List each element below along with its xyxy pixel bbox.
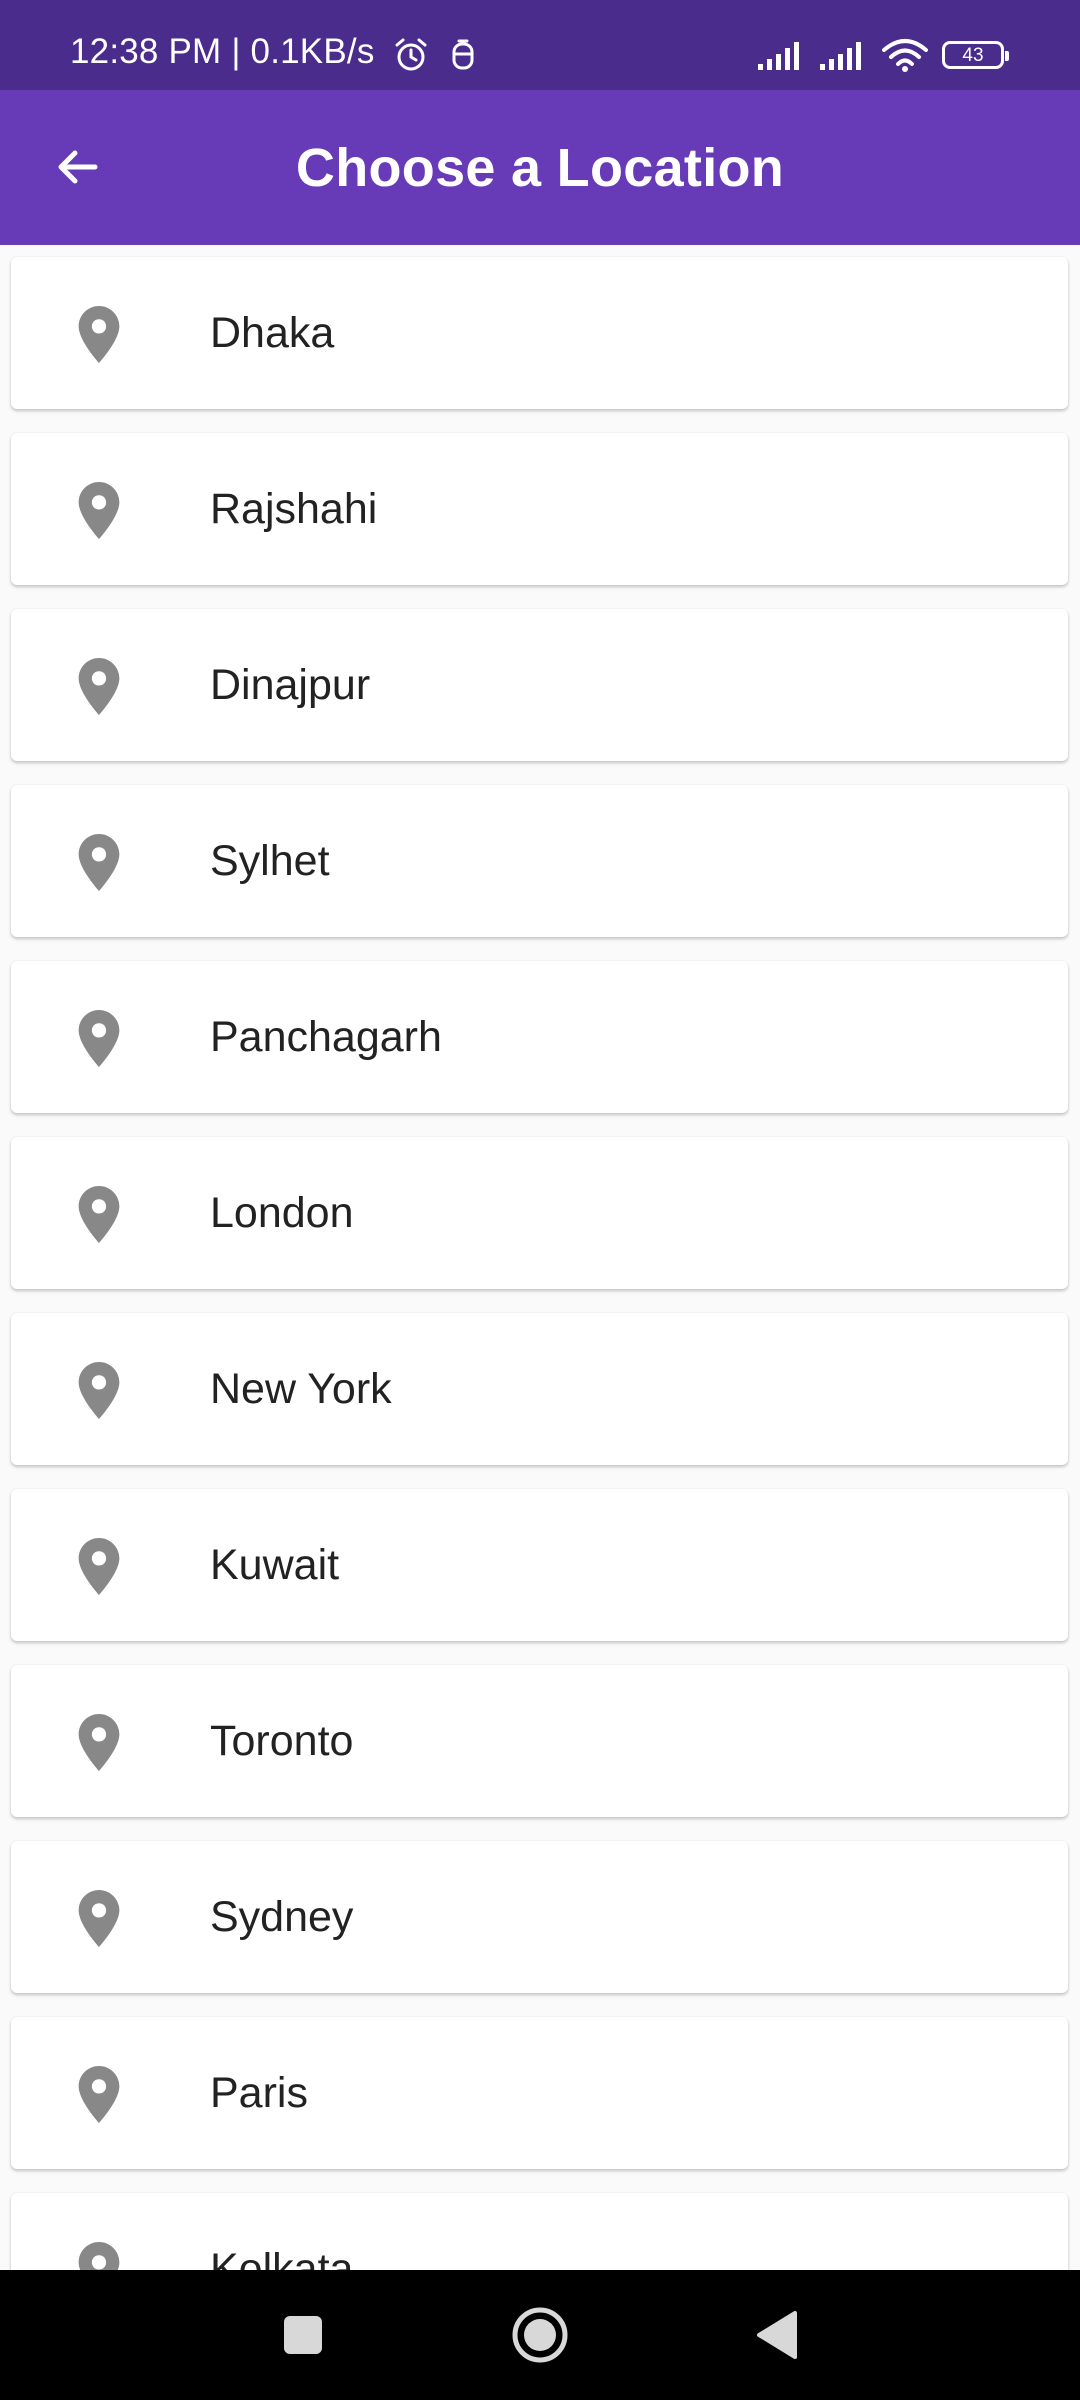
location-pin-icon	[78, 306, 120, 363]
wifi-icon	[882, 39, 928, 72]
location-label: London	[210, 1188, 354, 1237]
battery-icon: 43	[942, 41, 1009, 69]
location-label: Panchagarh	[210, 1012, 442, 1061]
location-label: Paris	[210, 2068, 308, 2117]
location-item[interactable]: Toronto	[11, 1665, 1068, 1817]
home-button[interactable]	[485, 2270, 595, 2400]
location-label: Sylhet	[210, 836, 330, 885]
location-label: Kolkata	[210, 2244, 354, 2271]
location-pin-icon	[78, 1714, 120, 1771]
location-item[interactable]: Panchagarh	[11, 961, 1068, 1113]
back-triangle-icon	[757, 2311, 797, 2359]
location-label: Sydney	[210, 1892, 354, 1941]
location-pin-icon	[78, 1890, 120, 1947]
location-label: New York	[210, 1364, 392, 1413]
location-item[interactable]: Paris	[11, 2017, 1068, 2169]
location-pin-icon	[78, 1186, 120, 1243]
location-item[interactable]: Sylhet	[11, 785, 1068, 937]
location-item[interactable]: Kuwait	[11, 1489, 1068, 1641]
location-label: Dhaka	[210, 308, 335, 357]
location-pin-icon	[78, 834, 120, 891]
notification-icon	[452, 39, 474, 70]
location-item[interactable]: Kolkata	[11, 2193, 1068, 2270]
location-pin-icon	[78, 1362, 120, 1419]
recents-square-icon	[284, 2316, 322, 2354]
location-label: Kuwait	[210, 1540, 340, 1589]
location-pin-icon	[78, 2242, 120, 2270]
location-pin-icon	[78, 658, 120, 715]
location-label: Dinajpur	[210, 660, 371, 709]
location-item[interactable]: Dhaka	[11, 257, 1068, 409]
recents-button[interactable]	[248, 2270, 358, 2400]
location-pin-icon	[78, 1010, 120, 1067]
status-icons-right: 43	[758, 38, 1009, 72]
home-circle-icon	[512, 2307, 568, 2363]
location-pin-icon	[78, 2066, 120, 2123]
back-button[interactable]	[44, 134, 110, 200]
page-title: Choose a Location	[295, 137, 785, 198]
app-bar: Choose a Location	[0, 90, 1080, 245]
battery-level: 43	[962, 44, 984, 66]
location-item[interactable]: London	[11, 1137, 1068, 1289]
alarm-icon	[395, 38, 427, 71]
location-pin-icon	[78, 1538, 120, 1595]
arrow-back-icon	[58, 150, 98, 184]
location-item[interactable]: Dinajpur	[11, 609, 1068, 761]
location-pin-icon	[78, 482, 120, 539]
location-item[interactable]: New York	[11, 1313, 1068, 1465]
signal-icon	[758, 42, 799, 70]
status-bar: 12:38 PM | 0.1KB/s 43	[0, 0, 1080, 90]
status-icons-left	[392, 36, 478, 74]
signal-icon	[820, 42, 861, 70]
location-label: Toronto	[210, 1716, 354, 1765]
status-time: 12:38 PM | 0.1KB/s	[70, 32, 375, 71]
location-item[interactable]: Rajshahi	[11, 433, 1068, 585]
location-list[interactable]: Dhaka Rajshahi Dinajpur Sylhet Panchagarh Lon…	[0, 245, 1080, 2270]
location-item[interactable]: Sydney	[11, 1841, 1068, 1993]
back-nav-button[interactable]	[722, 2270, 832, 2400]
navigation-bar	[0, 2270, 1080, 2400]
location-label: Rajshahi	[210, 484, 378, 533]
